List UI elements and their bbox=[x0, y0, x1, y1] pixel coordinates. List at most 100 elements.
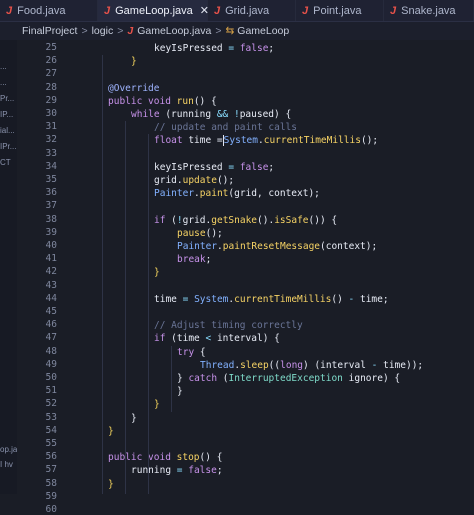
explorer-item-fragment[interactable]: CT bbox=[0, 158, 11, 167]
code-token: System bbox=[223, 135, 258, 147]
code-token: currentTimeMillis bbox=[234, 293, 332, 305]
code-line[interactable]: } bbox=[177, 385, 183, 398]
line-number: 37 bbox=[45, 200, 57, 212]
code-token: long bbox=[280, 359, 304, 371]
code-line[interactable]: } bbox=[131, 55, 137, 68]
code-line[interactable]: try { bbox=[177, 346, 206, 359]
code-line[interactable]: } bbox=[131, 412, 137, 425]
tab-food-java[interactable]: J Food.java bbox=[0, 0, 98, 21]
code-token: (( bbox=[268, 359, 281, 371]
code-token: catch bbox=[188, 373, 223, 384]
code-line[interactable]: } bbox=[108, 425, 114, 438]
tab-gameloop-java[interactable]: J GameLoop.java ✕ bbox=[98, 0, 209, 21]
code-line[interactable]: Thread.sleep((long) (interval - time)); bbox=[200, 359, 423, 372]
code-token: float bbox=[154, 135, 189, 147]
line-number: 43 bbox=[45, 279, 57, 291]
code-line[interactable]: @Override bbox=[108, 82, 159, 95]
code-line[interactable]: while (running && !paused) { bbox=[131, 108, 291, 121]
code-line[interactable]: } catch (InterruptedException ignore) { bbox=[177, 372, 400, 385]
line-number: 29 bbox=[45, 94, 57, 106]
code-token: (). bbox=[257, 214, 275, 226]
explorer-item-fragment[interactable]: op.java bbox=[0, 445, 17, 454]
code-token: // Adjust timing correctly bbox=[154, 320, 303, 332]
code-token: && ! bbox=[216, 109, 240, 120]
code-editor[interactable]: keyIsPressed = false;} @Override public vo… bbox=[65, 40, 474, 494]
code-token: keyIsPressed bbox=[154, 43, 223, 54]
code-line[interactable]: } bbox=[154, 398, 160, 411]
explorer-item-fragment[interactable]: ial... bbox=[0, 126, 15, 135]
code-line[interactable]: } bbox=[154, 266, 160, 279]
line-number: 60 bbox=[45, 504, 57, 515]
tab-point-java[interactable]: J Point.java bbox=[296, 0, 384, 21]
code-line[interactable]: // Adjust timing correctly bbox=[154, 319, 303, 332]
line-number: 27 bbox=[45, 68, 57, 80]
code-token: () { bbox=[193, 95, 217, 107]
code-line[interactable]: grid.update(); bbox=[154, 174, 234, 187]
code-token: time)); bbox=[383, 359, 424, 371]
code-line[interactable]: } bbox=[108, 478, 114, 491]
indent-guide bbox=[148, 134, 149, 494]
code-line[interactable]: pause(); bbox=[177, 227, 223, 240]
code-token: } bbox=[177, 373, 189, 384]
code-token: @Override bbox=[108, 82, 160, 94]
code-token: () { bbox=[199, 452, 223, 464]
code-token: } bbox=[131, 412, 137, 424]
code-line[interactable]: if (!grid.getSnake().isSafe()) { bbox=[154, 214, 337, 227]
breadcrumb-item[interactable]: GameLoop bbox=[237, 25, 289, 37]
code-line[interactable]: if (time < interval) { bbox=[154, 332, 280, 345]
code-line[interactable]: // update and paint calls bbox=[154, 121, 297, 134]
code-token: time = bbox=[188, 135, 223, 147]
code-line[interactable]: keyIsPressed = false; bbox=[154, 42, 274, 55]
indent-guide bbox=[125, 121, 126, 494]
line-number: 47 bbox=[45, 332, 57, 344]
code-line[interactable]: keyIsPressed = false; bbox=[154, 161, 274, 174]
code-token: (); bbox=[216, 175, 235, 186]
explorer-item-fragment[interactable]: I hv bbox=[0, 460, 13, 469]
code-token: System bbox=[194, 293, 229, 305]
code-token: InterruptedException bbox=[228, 373, 349, 384]
code-token: (); bbox=[205, 227, 223, 239]
breadcrumb-item[interactable]: GameLoop.java bbox=[137, 25, 211, 37]
line-number: 49 bbox=[45, 358, 57, 370]
explorer-item-fragment[interactable]: ... bbox=[0, 62, 7, 71]
line-number: 26 bbox=[45, 55, 57, 67]
breadcrumb-item[interactable]: FinalProject bbox=[22, 25, 77, 37]
code-token: < bbox=[205, 333, 217, 345]
code-token: ()) { bbox=[308, 214, 338, 226]
line-number: 34 bbox=[45, 160, 57, 172]
tab-grid-java[interactable]: J Grid.java bbox=[208, 0, 296, 21]
code-token: paint bbox=[199, 188, 229, 200]
explorer-item-fragment[interactable]: Pr... bbox=[0, 94, 14, 103]
line-number-gutter: 25 26 27 28 29 30 31 32 33 34 35 36 37 38 39 40 41 42 43 44… bbox=[17, 40, 65, 515]
file-explorer-sidebar[interactable]: ...... Pr... IP... ial... IPr... CT op.java I h… bbox=[0, 40, 17, 494]
tab-snake-java[interactable]: J Snake.java bbox=[384, 0, 474, 21]
code-line[interactable]: Painter.paintResetMessage(context); bbox=[177, 240, 377, 253]
line-number: 33 bbox=[45, 147, 57, 159]
code-token: } bbox=[108, 478, 114, 490]
code-token: } bbox=[154, 267, 160, 279]
code-line[interactable]: float time =System.currentTimeMillis(); bbox=[154, 134, 378, 147]
code-token: sleep bbox=[240, 359, 269, 371]
code-token: } bbox=[108, 425, 114, 437]
code-line[interactable]: time = System.currentTimeMillis() - time… bbox=[154, 293, 389, 306]
explorer-item-fragment[interactable]: IP... bbox=[0, 110, 13, 119]
line-number: 42 bbox=[45, 266, 57, 278]
breadcrumb-separator: > bbox=[81, 25, 88, 37]
code-token: currentTimeMillis bbox=[263, 135, 361, 147]
line-number: 45 bbox=[45, 306, 57, 317]
code-line[interactable]: break; bbox=[177, 253, 211, 266]
explorer-item-fragment[interactable]: ... bbox=[0, 78, 7, 87]
line-number: 40 bbox=[45, 240, 57, 251]
explorer-item-fragment[interactable]: IPr... bbox=[0, 142, 16, 151]
java-file-icon: J bbox=[6, 4, 13, 17]
line-number: 35 bbox=[45, 174, 57, 185]
line-number: 31 bbox=[45, 121, 57, 133]
code-line[interactable]: running = false; bbox=[131, 464, 223, 477]
breadcrumb-item[interactable]: logic bbox=[92, 25, 114, 37]
line-number: 41 bbox=[45, 253, 57, 265]
code-token: } bbox=[177, 386, 183, 398]
line-number: 58 bbox=[45, 477, 57, 489]
code-line[interactable]: Painter.paint(grid, context); bbox=[154, 187, 320, 200]
java-file-icon: J bbox=[390, 4, 397, 17]
code-line[interactable]: public void run() { bbox=[108, 95, 217, 108]
